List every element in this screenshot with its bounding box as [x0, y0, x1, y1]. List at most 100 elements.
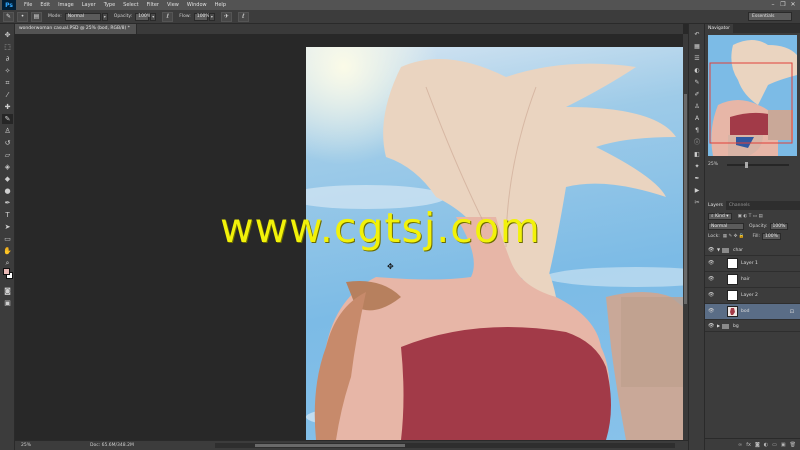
- fill-input[interactable]: 100%: [762, 232, 781, 240]
- character-icon[interactable]: A: [692, 114, 702, 123]
- menu-edit[interactable]: Edit: [36, 2, 54, 8]
- brush-icon[interactable]: ✎: [692, 78, 702, 87]
- workspace-switcher[interactable]: Essentials: [748, 12, 792, 21]
- tab-channels[interactable]: Channels: [726, 201, 753, 210]
- menu-image[interactable]: Image: [54, 2, 78, 8]
- menu-layer[interactable]: Layer: [78, 2, 100, 8]
- paint-bucket-tool-icon[interactable]: ◈: [2, 162, 13, 172]
- history-icon[interactable]: ↶: [692, 30, 702, 39]
- fx-icon[interactable]: fx: [746, 442, 751, 448]
- menu-type[interactable]: Type: [100, 2, 119, 8]
- link-icon[interactable]: ∞: [738, 442, 742, 448]
- marquee-tool-icon[interactable]: ⬚: [2, 42, 13, 52]
- restore-icon[interactable]: ❐: [778, 0, 788, 10]
- menu-select[interactable]: Select: [119, 2, 142, 8]
- clone-source-icon[interactable]: ♙: [692, 102, 702, 111]
- move-tool-icon[interactable]: ✥: [2, 30, 13, 40]
- eyedropper-tool-icon[interactable]: ⁄: [2, 90, 13, 100]
- zoom-level[interactable]: 25%: [21, 441, 31, 450]
- chevron-down-icon[interactable]: ▾: [208, 12, 215, 21]
- expand-arrow-icon[interactable]: ▼: [717, 247, 720, 252]
- close-icon[interactable]: ✕: [788, 0, 798, 10]
- filter-kind-select[interactable]: ⌕ Kind ▾: [708, 212, 732, 220]
- crop-tool-icon[interactable]: ⌗: [2, 78, 13, 88]
- lasso-tool-icon[interactable]: ∂: [2, 54, 13, 64]
- zoom-tool-icon[interactable]: ⌕: [2, 258, 13, 268]
- hand-tool-icon[interactable]: ✋: [2, 246, 13, 256]
- eye-icon[interactable]: 👁: [708, 308, 714, 316]
- eye-icon[interactable]: 👁: [708, 260, 714, 268]
- paragraph-icon[interactable]: ¶: [692, 126, 702, 135]
- adjustments-icon[interactable]: ◐: [692, 66, 702, 75]
- layer-group-char[interactable]: 👁 ▼ char: [705, 245, 800, 256]
- blend-mode-select[interactable]: Normal: [708, 222, 744, 230]
- path-select-tool-icon[interactable]: ➤: [2, 222, 13, 232]
- layer-row-selected[interactable]: 👁 bod ⊡: [705, 304, 800, 320]
- pressure-size-icon[interactable]: ℓ: [237, 11, 249, 22]
- menu-view[interactable]: View: [163, 2, 183, 8]
- foreground-color-swatch[interactable]: [3, 268, 10, 275]
- brush-size-picker[interactable]: •: [17, 11, 28, 22]
- minimize-icon[interactable]: –: [768, 0, 778, 10]
- history-brush-tool-icon[interactable]: ↺: [2, 138, 13, 148]
- pen-tool-icon[interactable]: ✒: [2, 198, 13, 208]
- info-icon[interactable]: ⓘ: [692, 138, 702, 147]
- menu-filter[interactable]: Filter: [143, 2, 163, 8]
- eraser-tool-icon[interactable]: ▱: [2, 150, 13, 160]
- chevron-down-icon[interactable]: ▾: [150, 12, 157, 21]
- quick-select-tool-icon[interactable]: ✧: [2, 66, 13, 76]
- zoom-slider-handle[interactable]: [744, 162, 748, 168]
- styles-icon[interactable]: ✦: [692, 162, 702, 171]
- navigator-preview[interactable]: [708, 35, 797, 156]
- horizontal-scrollbar[interactable]: [215, 443, 675, 448]
- lock-icons[interactable]: ▦ ✎ ✥ 🔒: [723, 234, 745, 239]
- screen-mode-icon[interactable]: ▣: [2, 298, 13, 308]
- quick-mask-icon[interactable]: ◙: [2, 286, 13, 296]
- shape-tool-icon[interactable]: ▭: [2, 234, 13, 244]
- filter-icons[interactable]: ▣ ◐ T ▭ ▤: [738, 214, 763, 219]
- blur-tool-icon[interactable]: ◆: [2, 174, 13, 184]
- tab-navigator[interactable]: Navigator: [705, 24, 734, 33]
- layer-opacity-input[interactable]: 100%: [769, 222, 789, 230]
- scroll-thumb[interactable]: [684, 94, 687, 304]
- pressure-opacity-icon[interactable]: ℓ: [162, 11, 174, 22]
- layer-row[interactable]: 👁 hair: [705, 272, 800, 288]
- brush-preset-icon[interactable]: ✎: [3, 11, 14, 22]
- expand-arrow-icon[interactable]: ▶: [717, 323, 720, 328]
- type-tool-icon[interactable]: T: [2, 210, 13, 220]
- eye-icon[interactable]: 👁: [708, 276, 714, 284]
- chevron-down-icon[interactable]: ▾: [101, 12, 108, 21]
- color-icon[interactable]: ◧: [692, 150, 702, 159]
- layer-row[interactable]: 👁 Layer 2: [705, 288, 800, 304]
- layer-row[interactable]: 👁 Layer 1: [705, 256, 800, 272]
- menu-window[interactable]: Window: [183, 2, 211, 8]
- eye-icon[interactable]: 👁: [708, 323, 714, 329]
- flow-input[interactable]: 100%: [193, 12, 210, 21]
- actions-icon[interactable]: ▶: [692, 186, 702, 195]
- menu-help[interactable]: Help: [211, 2, 230, 8]
- paths-icon[interactable]: ✒: [692, 174, 702, 183]
- tool-presets-icon[interactable]: ✂: [692, 198, 702, 207]
- properties-icon[interactable]: ☰: [692, 54, 702, 63]
- dodge-tool-icon[interactable]: ●: [2, 186, 13, 196]
- navigator-zoom-value[interactable]: 25%: [708, 162, 718, 167]
- clone-stamp-tool-icon[interactable]: ♙: [2, 126, 13, 136]
- new-layer-icon[interactable]: ▣: [781, 442, 786, 448]
- healing-tool-icon[interactable]: ✚: [2, 102, 13, 112]
- swatches-icon[interactable]: ▦: [692, 42, 702, 51]
- mode-select[interactable]: Normal: [64, 12, 101, 21]
- folder-icon[interactable]: ▭: [772, 442, 777, 448]
- layer-group-bg[interactable]: 👁 ▶ bg: [705, 321, 800, 332]
- eye-icon[interactable]: 👁: [708, 247, 714, 253]
- adjustment-icon[interactable]: ◐: [764, 442, 768, 448]
- mask-icon[interactable]: ◙: [755, 442, 760, 448]
- eye-icon[interactable]: 👁: [708, 292, 714, 300]
- menu-file[interactable]: File: [20, 2, 36, 8]
- navigator-zoom-slider[interactable]: [727, 162, 789, 168]
- document-tab[interactable]: wonderwoman casual.PSD @ 25% (bod, RGB/8…: [15, 24, 137, 34]
- brush-tool-icon[interactable]: ✎: [2, 114, 13, 124]
- scroll-thumb[interactable]: [255, 444, 405, 447]
- tab-layers[interactable]: Layers: [705, 201, 726, 210]
- trash-icon[interactable]: 🗑: [790, 442, 796, 448]
- brush-presets-icon[interactable]: ✐: [692, 90, 702, 99]
